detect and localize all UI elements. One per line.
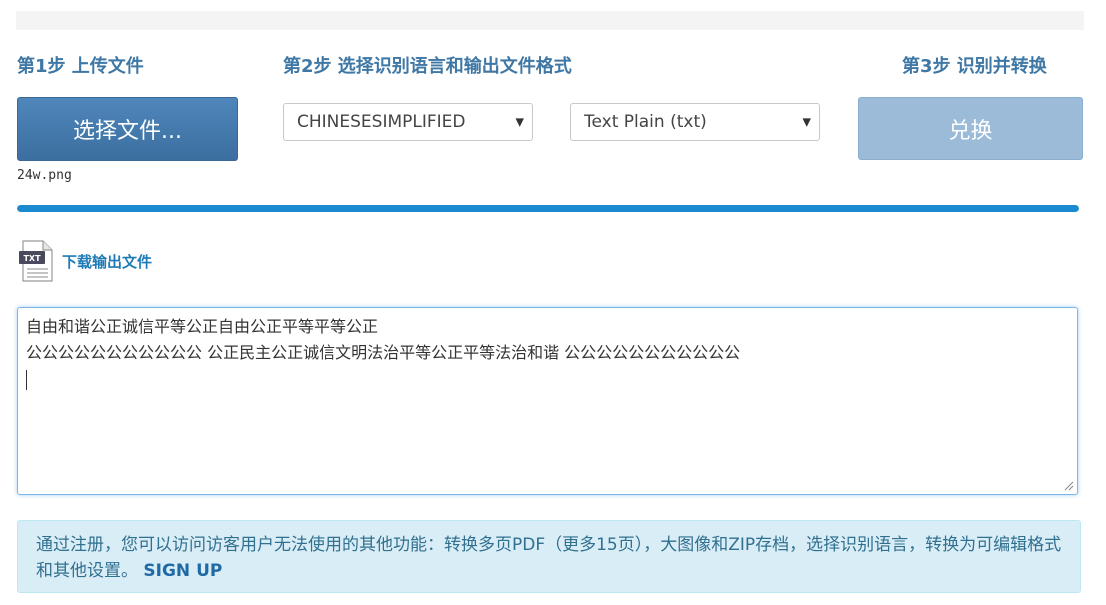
signup-info-box: 通过注册，您可以访问访客用户无法使用的其他功能：转换多页PDF（更多15页），大… (17, 520, 1081, 593)
download-output-link[interactable]: 下载输出文件 (62, 251, 152, 272)
text-cursor (26, 366, 1069, 392)
top-strip (16, 11, 1084, 30)
step2-label: 第2步 选择识别语言和输出文件格式 (283, 56, 572, 77)
download-output: TXT 下载输出文件 (17, 240, 152, 282)
selected-file-name: 24w.png (17, 168, 72, 183)
step1-label: 第1步 上传文件 (17, 56, 144, 77)
choose-file-button[interactable]: 选择文件... (17, 97, 238, 161)
output-line-2: 公公公公公公公公公公公 公正民主公正诚信文明法治平等公正平等法治和谐 公公公公公… (26, 343, 741, 362)
output-textarea[interactable]: 自由和谐公正诚信平等公正自由公正平等平等公正公公公公公公公公公公公 公正民主公正… (17, 307, 1078, 495)
dropdown-arrow-icon: ▼ (515, 115, 524, 129)
output-line-1: 自由和谐公正诚信平等公正自由公正平等平等公正 (26, 317, 379, 336)
signup-link[interactable]: SIGN UP (143, 561, 222, 581)
convert-button[interactable]: 兑换 (858, 97, 1083, 160)
resize-handle-icon[interactable] (1064, 481, 1074, 491)
language-select-value: CHINESESIMPLIFIED (297, 112, 466, 132)
output-format-select-value: Text Plain (txt) (584, 112, 707, 132)
progress-bar (17, 205, 1079, 212)
output-format-select[interactable]: Text Plain (txt) ▼ (570, 103, 820, 141)
txt-file-icon[interactable]: TXT (17, 240, 55, 282)
convert-button-label: 兑换 (948, 118, 993, 144)
svg-text:TXT: TXT (23, 254, 41, 263)
step3-label: 第3步 识别并转换 (902, 56, 1047, 77)
progress-bar-fill (17, 205, 1079, 212)
choose-file-button-label: 选择文件... (73, 119, 182, 144)
language-select[interactable]: CHINESESIMPLIFIED ▼ (283, 103, 533, 141)
dropdown-arrow-icon: ▼ (802, 115, 811, 129)
